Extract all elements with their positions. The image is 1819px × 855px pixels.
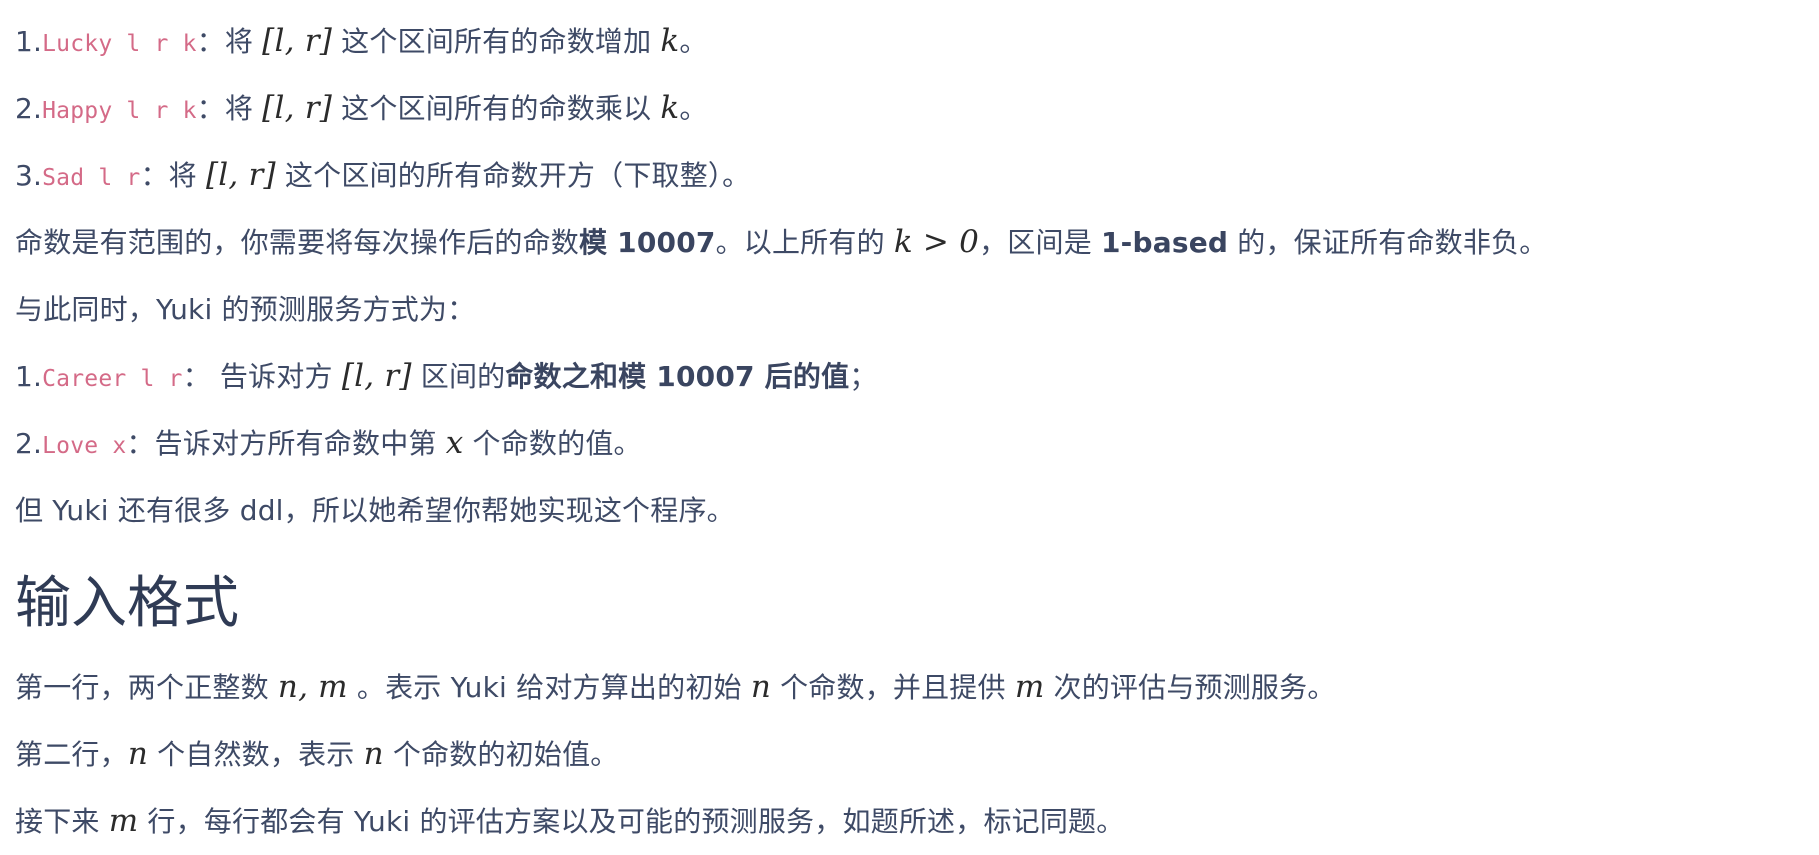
op-code: Happy l r k [42,98,197,124]
predict-love: 2.Love x：告诉对方所有命数中第 x 个命数的值。 [15,425,642,461]
bold-sum-mod: 命数之和模 10007 后的值 [505,360,850,393]
closing-text: 但 Yuki 还有很多 ddl，所以她希望你帮她实现这个程序。 [15,494,735,527]
range-note: 命数是有范围的，你需要将每次操作后的命数模 10007。以上所有的 k > 0，… [15,224,1548,260]
math-m: m [1014,669,1045,705]
bold-mod: 模 10007 [579,226,716,259]
math-k: k [660,23,680,59]
math-n: n [750,669,771,705]
op-code: Career l r [42,366,183,392]
op-lucky: 1.Lucky l r k：将 [l, r] 这个区间所有的命数增加 k。 [15,23,708,59]
input-line-2: 第二行，n 个自然数，表示 n 个命数的初始值。 [15,736,619,772]
math-k: k [660,90,680,126]
op-number: 1. [15,360,43,393]
op-number: 2. [15,92,43,125]
problem-description: 1.Lucky l r k：将 [l, r] 这个区间所有的命数增加 k。 2.… [0,0,1805,855]
math-x: x [445,425,464,461]
math-n: n [363,736,384,772]
op-code: Sad l r [42,165,141,191]
op-number: 1. [15,25,43,58]
op-number: 3. [15,159,43,192]
op-sad: 3.Sad l r：将 [l, r] 这个区间的所有命数开方（下取整）。 [15,157,751,193]
predict-career: 1.Career l r： 告诉对方 [l, r] 区间的命数之和模 10007… [15,358,878,394]
math-range: [l, r] [205,157,276,193]
math-n: n [127,736,148,772]
op-code: Love x [42,433,127,459]
input-format-heading: 输入格式 [15,571,239,636]
op-code: Lucky l r k [42,31,197,57]
input-line-3: 接下来 m 行，每行都会有 Yuki 的评估方案以及可能的预测服务，如题所述，标… [15,803,1125,839]
bold-1-based: 1-based [1101,226,1229,259]
math-m: m [108,803,139,839]
math-range: [l, r] [262,90,333,126]
math-n-m: n, m [277,669,348,705]
predict-intro: 与此同时，Yuki 的预测服务方式为： [15,293,476,326]
math-range: [l, r] [341,358,412,394]
math-k-positive: k > 0 [893,224,980,260]
op-happy: 2.Happy l r k：将 [l, r] 这个区间所有的命数乘以 k。 [15,90,708,126]
math-range: [l, r] [262,23,333,59]
input-line-1: 第一行，两个正整数 n, m 。表示 Yuki 给对方算出的初始 n 个命数，并… [15,669,1336,705]
op-number: 2. [15,427,43,460]
